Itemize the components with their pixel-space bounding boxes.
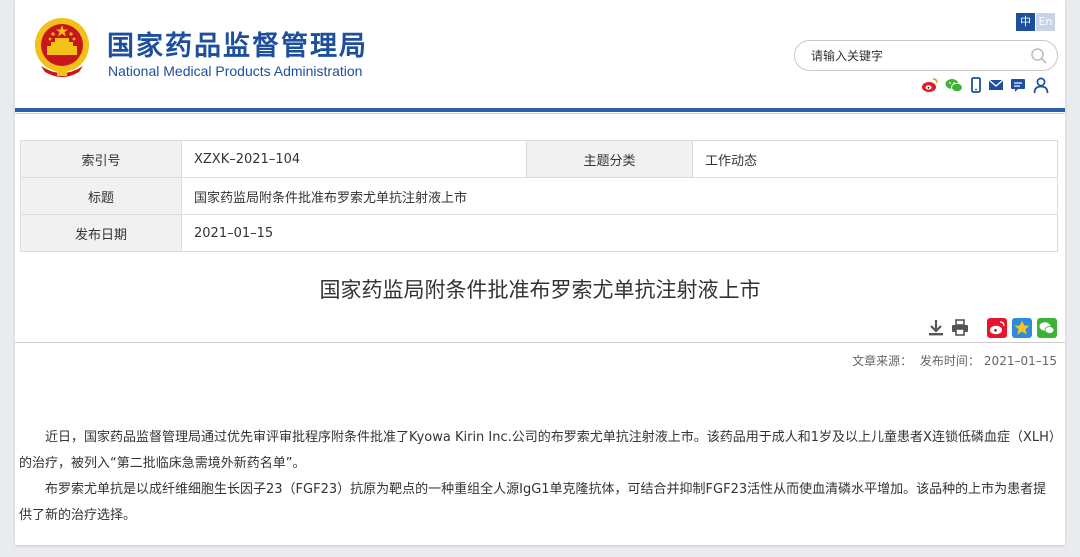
message-icon[interactable] <box>1009 76 1027 94</box>
article-meta-table: 索引号 XZXK–2021–104 主题分类 工作动态 标题 国家药监局附条件批… <box>20 140 1058 252</box>
search-input[interactable] <box>811 46 1011 66</box>
date-value: 2021–01–15 <box>181 214 1058 252</box>
lang-zh-button[interactable]: 中 <box>1016 13 1035 31</box>
date-label: 发布日期 <box>20 214 182 252</box>
title-label: 标题 <box>20 177 182 215</box>
share-weibo-icon[interactable] <box>987 318 1007 338</box>
article-paragraph: 布罗索尤单抗是以成纤维细胞生长因子23（FGF23）抗原为靶点的一种重组全人源I… <box>19 482 1047 523</box>
source-label: 文章来源： <box>852 354 913 368</box>
article-paragraph: 近日，国家药品监督管理局通过优先审评审批程序附条件批准了Kyowa Kirin … <box>19 430 1056 471</box>
published-value: 2021–01–15 <box>983 354 1057 368</box>
index-value: XZXK–2021–104 <box>181 140 527 178</box>
category-value: 工作动态 <box>692 140 1058 178</box>
print-icon[interactable] <box>950 318 970 338</box>
mail-icon[interactable] <box>987 76 1005 94</box>
search-icon[interactable] <box>1030 47 1048 65</box>
title-value: 国家药监局附条件批准布罗索尤单抗注射液上市 <box>181 177 1058 215</box>
published-label: 发布时间： <box>919 354 980 368</box>
index-label: 索引号 <box>20 140 182 178</box>
header-divider <box>15 108 1065 112</box>
article-body: 近日，国家药品监督管理局通过优先审评审批程序附条件批准了Kyowa Kirin … <box>19 425 1059 529</box>
article-meta: 文章来源： 发布时间： 2021–01–15 <box>848 352 1057 369</box>
share-qzone-icon[interactable] <box>1012 318 1032 338</box>
site-subtitle[interactable]: National Medical Products Administration <box>108 63 362 79</box>
share-wechat-icon[interactable] <box>1037 318 1057 338</box>
wechat-icon[interactable] <box>945 76 963 94</box>
table-row: 索引号 XZXK–2021–104 主题分类 工作动态 <box>20 140 1058 178</box>
mobile-icon[interactable] <box>967 76 985 94</box>
article-divider <box>15 342 1065 343</box>
site-title[interactable]: 国家药品监督管理局 <box>107 24 368 63</box>
table-row: 标题 国家药监局附条件批准布罗索尤单抗注射液上市 <box>20 177 1058 215</box>
article-title: 国家药监局附条件批准布罗索尤单抗注射液上市 <box>319 278 761 302</box>
download-icon[interactable] <box>926 318 946 338</box>
table-row: 发布日期 2021–01–15 <box>20 214 1058 252</box>
page: 国家药品监督管理局 National Medical Products Admi… <box>15 0 1065 545</box>
header-divider-thin <box>15 113 1065 114</box>
lang-en-button[interactable]: En <box>1036 13 1055 31</box>
national-emblem-icon <box>35 18 89 77</box>
category-label: 主题分类 <box>526 140 693 178</box>
search-box <box>794 40 1058 71</box>
weibo-icon[interactable] <box>921 76 939 94</box>
user-icon[interactable] <box>1032 76 1050 94</box>
